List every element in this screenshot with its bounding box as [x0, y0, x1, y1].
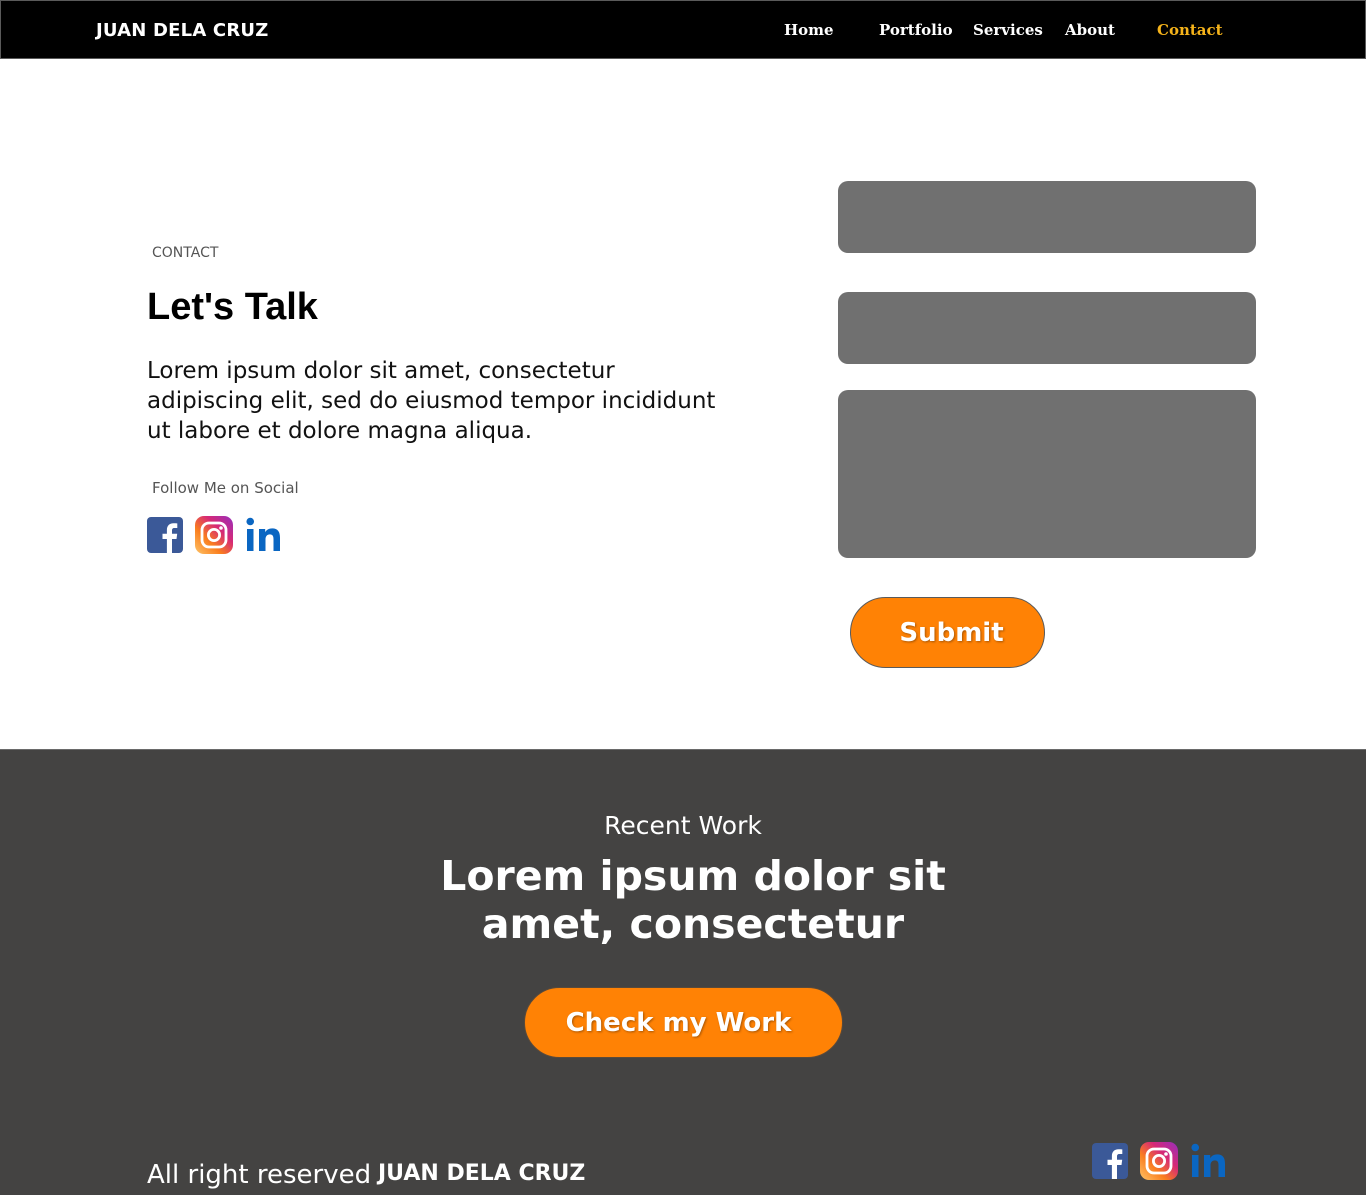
instagram-icon[interactable]	[195, 516, 233, 558]
instagram-icon[interactable]	[1140, 1142, 1178, 1184]
facebook-icon[interactable]	[1092, 1143, 1128, 1183]
message-field[interactable]	[838, 390, 1256, 558]
check-my-work-button[interactable]: Check my Work	[524, 987, 843, 1058]
follow-label: Follow Me on Social	[152, 479, 299, 497]
submit-button[interactable]: Submit	[850, 597, 1045, 668]
linkedin-icon[interactable]	[1190, 1141, 1230, 1185]
nav-contact[interactable]: Contact	[1157, 21, 1223, 39]
site-footer: Recent Work Lorem ipsum dolor sit amet, …	[0, 749, 1366, 1195]
email-field[interactable]	[838, 292, 1256, 364]
nav-portfolio[interactable]: Portfolio	[879, 21, 953, 39]
brand-logo[interactable]: JUAN DELA CRUZ	[96, 20, 268, 41]
section-eyebrow: CONTACT	[152, 245, 219, 261]
facebook-icon[interactable]	[147, 517, 183, 557]
contact-social-links	[147, 515, 285, 559]
copyright-text: All right reserved	[147, 1160, 372, 1190]
nav-home[interactable]: Home	[784, 21, 834, 39]
nav-about[interactable]: About	[1065, 21, 1115, 39]
nav-services[interactable]: Services	[973, 21, 1043, 39]
linkedin-icon[interactable]	[245, 515, 285, 559]
page-title: Let's Talk	[147, 286, 318, 328]
site-header: JUAN DELA CRUZ Home Portfolio Services A…	[0, 0, 1366, 59]
footer-brand-logo: JUAN DELA CRUZ	[378, 1161, 586, 1186]
footer-social-links	[1092, 1141, 1230, 1185]
intro-text: Lorem ipsum dolor sit amet, consectetur …	[147, 358, 716, 444]
recent-work-headline: Lorem ipsum dolor sit amet, consectetur	[440, 852, 946, 948]
name-field[interactable]	[838, 181, 1256, 253]
recent-work-label: Recent Work	[604, 811, 762, 840]
